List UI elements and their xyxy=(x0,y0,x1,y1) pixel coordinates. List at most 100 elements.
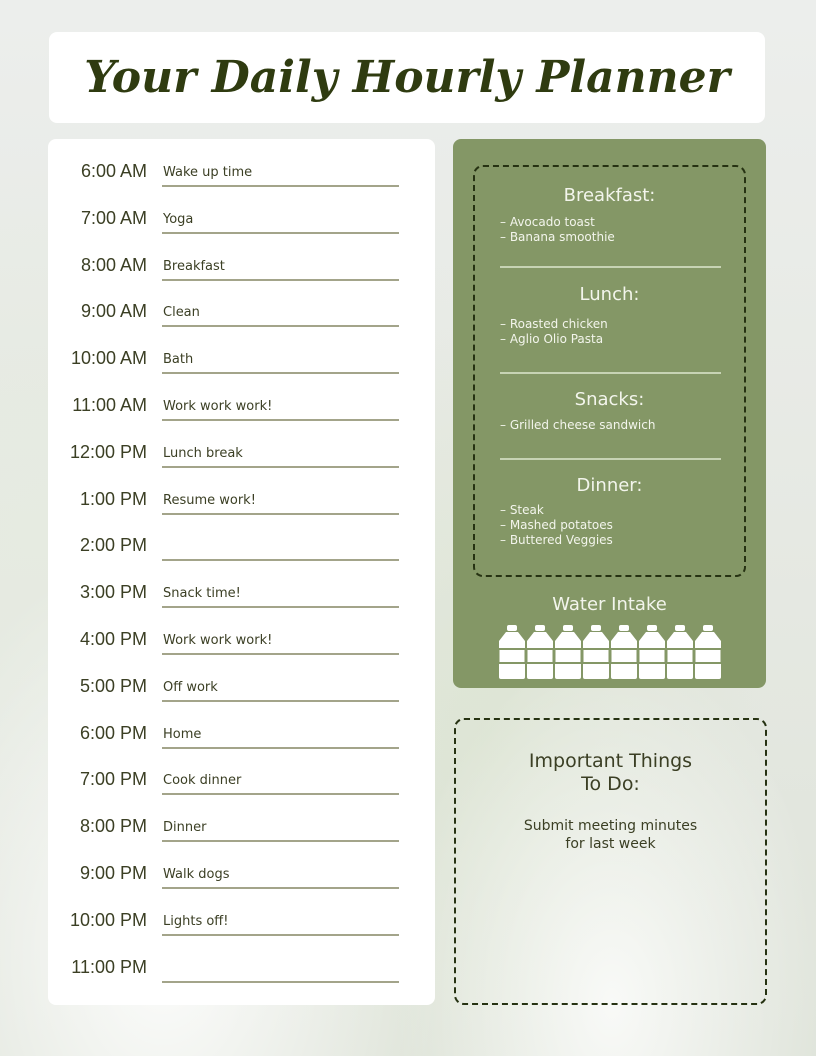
meals-dashed-box: Breakfast: – Avocado toast – Banana smoo… xyxy=(473,165,746,577)
meal-item: – Steak xyxy=(500,503,544,517)
task-entry[interactable]: Yoga xyxy=(163,212,193,227)
time-label: 12:00 PM xyxy=(69,441,147,462)
task-underline xyxy=(162,606,399,609)
schedule-row: 3:00 PM Snack time! xyxy=(48,582,435,629)
task-entry[interactable]: Cook dinner xyxy=(163,773,241,788)
water-bottle-icon[interactable] xyxy=(694,624,722,680)
task-underline xyxy=(162,372,399,375)
task-underline xyxy=(162,793,399,796)
schedule-row: 9:00 PM Walk dogs xyxy=(48,863,435,910)
schedule-row: 10:00 PM Lights off! xyxy=(48,910,435,957)
todo-item: Submit meeting minutes for last week xyxy=(456,817,765,853)
time-label: 3:00 PM xyxy=(79,582,147,603)
meal-item: – Buttered Veggies xyxy=(500,533,613,547)
schedule-row: 9:00 AM Clean xyxy=(48,301,435,348)
meal-item: – Grilled cheese sandwich xyxy=(500,418,656,432)
task-underline xyxy=(162,840,399,843)
meal-section-breakfast: Breakfast: – Avocado toast – Banana smoo… xyxy=(475,185,744,245)
meal-item: – Avocado toast xyxy=(500,215,595,229)
task-underline xyxy=(162,278,399,281)
schedule-row: 1:00 PM Resume work! xyxy=(48,489,435,536)
task-underline xyxy=(162,653,399,655)
page-title: Your Daily Hourly Planner xyxy=(84,52,730,103)
task-underline xyxy=(162,980,399,983)
time-label: 1:00 PM xyxy=(79,488,147,509)
task-entry[interactable]: Breakfast xyxy=(163,259,225,274)
task-underline xyxy=(162,325,399,328)
time-label: 6:00 AM xyxy=(80,161,147,181)
todo-item-line: Submit meeting minutes xyxy=(523,818,698,834)
todo-title: Important Things To Do: xyxy=(456,750,765,796)
meal-divider xyxy=(500,458,721,460)
time-label: 9:00 AM xyxy=(80,301,147,322)
todo-item-line: for last week xyxy=(565,836,656,852)
schedule-row: 10:00 AM Bath xyxy=(48,348,435,395)
time-label: 9:00 PM xyxy=(79,863,147,883)
time-label: 7:00 PM xyxy=(79,769,147,790)
task-underline xyxy=(162,699,399,702)
meal-title-snacks: Snacks: xyxy=(574,389,645,410)
time-label: 2:00 PM xyxy=(79,535,147,556)
water-bottle-icon[interactable] xyxy=(498,624,526,680)
meal-divider xyxy=(500,372,721,374)
title-banner: Your Daily Hourly Planner xyxy=(49,32,765,123)
schedule-row: 2:00 PM xyxy=(48,535,435,582)
important-todo-box: Important Things To Do: Submit meeting m… xyxy=(454,718,767,1005)
meal-title-dinner: Dinner: xyxy=(576,475,643,496)
schedule-row: 11:00 PM xyxy=(48,957,435,1004)
meal-section-dinner: Dinner: – Steak – Mashed potatoes – Butt… xyxy=(475,475,744,548)
time-label: 11:00 PM xyxy=(71,956,147,977)
time-label: 10:00 PM xyxy=(69,909,147,930)
task-entry[interactable]: Work work work! xyxy=(163,399,272,414)
todo-title-line: To Do: xyxy=(581,773,640,795)
task-entry[interactable]: Lights off! xyxy=(163,914,228,929)
water-bottle-icon[interactable] xyxy=(638,624,666,680)
water-bottle-icon[interactable] xyxy=(582,624,610,680)
water-intake-label: Water Intake xyxy=(552,594,667,615)
water-bottles xyxy=(498,624,722,680)
time-label: 6:00 PM xyxy=(79,722,147,743)
time-label: 11:00 AM xyxy=(72,395,147,415)
task-underline xyxy=(162,419,399,421)
task-entry[interactable]: Resume work! xyxy=(163,493,256,508)
time-label: 10:00 AM xyxy=(70,348,147,369)
task-entry[interactable]: Wake up time xyxy=(163,165,252,180)
schedule-row: 7:00 PM Cook dinner xyxy=(48,769,435,816)
meal-title-lunch: Lunch: xyxy=(579,284,640,305)
time-label: 5:00 PM xyxy=(79,675,147,696)
water-bottle-icon[interactable] xyxy=(610,624,638,680)
task-entry[interactable]: Dinner xyxy=(163,820,206,835)
task-underline xyxy=(162,185,399,187)
time-label: 8:00 AM xyxy=(80,254,147,275)
task-entry[interactable]: Walk dogs xyxy=(163,867,230,882)
task-entry[interactable]: Home xyxy=(163,727,201,742)
task-underline xyxy=(162,887,399,889)
task-entry[interactable]: Off work xyxy=(163,680,218,695)
schedule-row: 5:00 PM Off work xyxy=(48,676,435,723)
task-underline xyxy=(162,559,399,562)
task-underline xyxy=(162,231,399,234)
schedule-row: 12:00 PM Lunch break xyxy=(48,442,435,489)
water-bottle-icon[interactable] xyxy=(554,624,582,680)
schedule-row: 6:00 PM Home xyxy=(48,723,435,770)
task-entry[interactable]: Work work work! xyxy=(163,633,272,648)
task-entry[interactable]: Snack time! xyxy=(163,586,241,601)
meal-item: – Roasted chicken xyxy=(500,317,608,331)
meal-item: – Mashed potatoes xyxy=(500,518,613,532)
task-entry[interactable]: Bath xyxy=(163,352,193,367)
task-entry[interactable]: Lunch break xyxy=(163,446,243,461)
hourly-schedule: 6:00 AM Wake up time 7:00 AM Yoga 8:00 AM Bre… xyxy=(48,139,435,1005)
task-underline xyxy=(162,465,399,468)
task-entry[interactable]: Clean xyxy=(163,305,200,320)
time-label: 8:00 PM xyxy=(79,816,147,837)
meal-item: – Aglio Olio Pasta xyxy=(500,332,604,346)
water-bottle-icon[interactable] xyxy=(666,624,694,680)
meal-title-breakfast: Breakfast: xyxy=(563,185,656,206)
meal-section-snacks: Snacks: – Grilled cheese sandwich xyxy=(475,389,744,433)
schedule-row: 6:00 AM Wake up time xyxy=(48,161,435,208)
meal-item: – Banana smoothie xyxy=(500,230,615,244)
meal-divider xyxy=(500,266,721,268)
schedule-row: 7:00 AM Yoga xyxy=(48,208,435,255)
task-underline xyxy=(162,746,399,749)
water-bottle-icon[interactable] xyxy=(526,624,554,680)
